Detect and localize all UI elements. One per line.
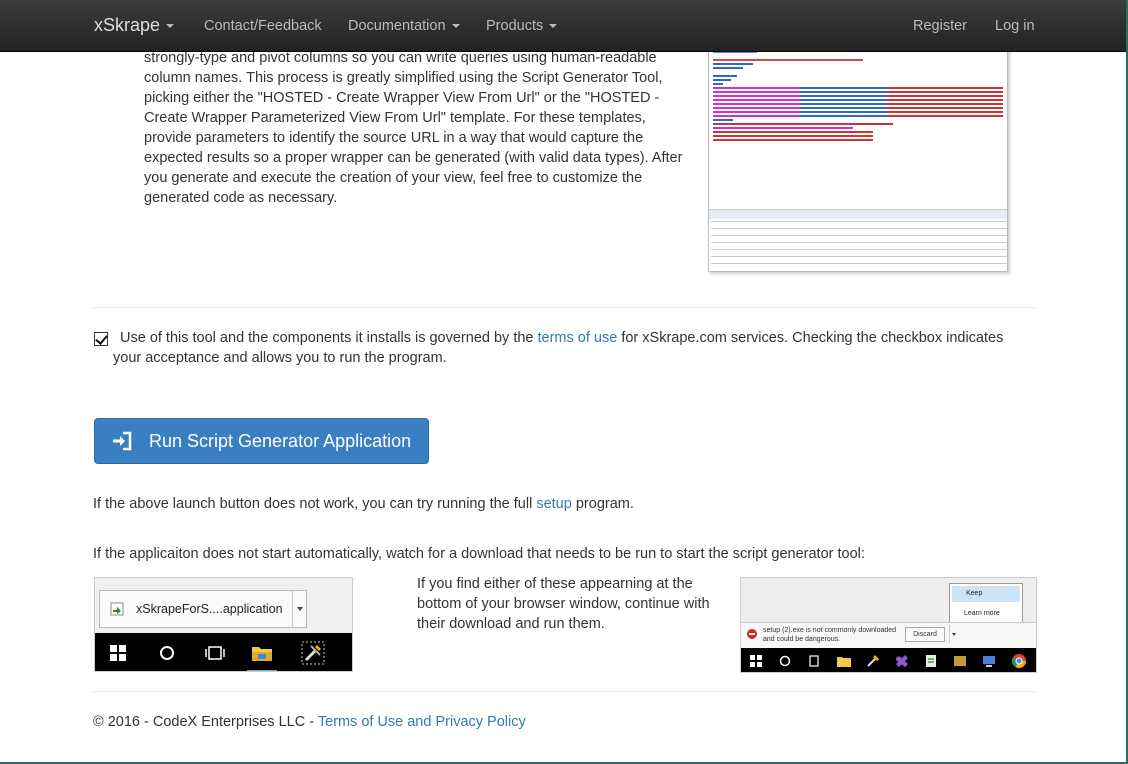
- chevron-down-icon: [166, 24, 175, 29]
- menu-item-learn-more[interactable]: Learn more: [950, 606, 1022, 622]
- sql-code-lines: [713, 51, 1005, 213]
- warning-icon: [747, 629, 757, 639]
- windows-start-icon: [110, 645, 126, 661]
- search-circle-icon: [779, 655, 791, 667]
- setup-text-before: If the above launch button does not work…: [93, 496, 537, 512]
- sql-editor-screenshot: [708, 40, 1008, 272]
- computer-icon: [983, 656, 995, 667]
- setup-paragraph: If the above launch button does not work…: [93, 494, 634, 514]
- task-view-icon: [205, 646, 225, 660]
- chevron-down-icon: [549, 24, 558, 29]
- nav-products[interactable]: Products: [486, 18, 558, 34]
- download-instructions: If you find either of these appearning a…: [417, 576, 710, 632]
- results-grid: [711, 221, 1007, 271]
- menu-item-keep[interactable]: Keep: [952, 586, 1020, 602]
- application-file-icon: [110, 602, 124, 616]
- terms-of-use-link[interactable]: terms of use: [538, 330, 618, 346]
- brand-dropdown[interactable]: xSkrape: [94, 15, 175, 36]
- chrome-icon: [1011, 654, 1026, 668]
- setup-link[interactable]: setup: [536, 496, 571, 512]
- download-warning-bar: setup (2).exe is not commonly downloaded…: [741, 622, 1036, 648]
- visual-studio-icon: [896, 655, 908, 667]
- sign-in-icon: [113, 431, 132, 451]
- warning-message: setup (2).exe is not commonly downloaded…: [763, 627, 897, 643]
- brand-label: xSkrape: [94, 15, 161, 35]
- download-context-menu: Keep Learn more: [949, 583, 1023, 625]
- terms-privacy-link[interactable]: Terms of Use and Privacy Policy: [318, 714, 526, 730]
- chevron-down-icon: [451, 24, 460, 29]
- app-icon: [954, 656, 966, 666]
- run-script-generator-button[interactable]: Run Script Generator Application: [94, 418, 429, 464]
- download-bar-screenshot: xSkrapeForS....application: [94, 577, 353, 672]
- top-navbar: xSkrape Contact/Feedback Documentation P…: [0, 0, 1126, 52]
- nav-login[interactable]: Log in: [995, 18, 1035, 34]
- chevron-down-icon[interactable]: [949, 625, 959, 643]
- nav-products-label: Products: [486, 18, 544, 34]
- chrome-download-warning-screenshot: Keep Learn more setup (2).exe is not com…: [740, 577, 1037, 673]
- discard-button[interactable]: Discard: [905, 627, 945, 642]
- terms-text-before: Use of this tool and the components it i…: [120, 330, 538, 346]
- terms-text: Use of this tool and the components it i…: [93, 328, 1023, 368]
- nav-register[interactable]: Register: [913, 18, 967, 34]
- footer: © 2016 - CodeX Enterprises LLC - Terms o…: [93, 712, 526, 732]
- divider: [93, 307, 1035, 308]
- nav-documentation[interactable]: Documentation: [348, 18, 460, 34]
- file-explorer-icon: [252, 647, 272, 661]
- terms-row: Use of this tool and the components it i…: [93, 328, 1023, 368]
- chevron-down-icon: [292, 591, 306, 627]
- nav-contact-feedback[interactable]: Contact/Feedback: [204, 18, 322, 34]
- windows-start-icon: [750, 655, 762, 667]
- search-circle-icon: [160, 646, 174, 660]
- notepad-icon: [926, 655, 936, 667]
- tools-icon: [867, 655, 879, 667]
- auto-start-paragraph: If the applicaiton does not start automa…: [93, 546, 865, 562]
- copyright-text: © 2016 - CodeX Enterprises LLC -: [93, 714, 318, 730]
- windows-taskbar: [741, 648, 1036, 672]
- nav-documentation-label: Documentation: [348, 18, 446, 34]
- results-tabs-bar: [709, 209, 1007, 219]
- divider: [93, 691, 1035, 692]
- task-view-icon: [809, 655, 819, 667]
- run-button-label: Run Script Generator Application: [149, 430, 412, 451]
- windows-taskbar: [95, 633, 352, 671]
- intro-paragraph: strongly-type and pivot columns so you c…: [144, 50, 683, 206]
- download-item: xSkrapeForS....application: [99, 590, 307, 628]
- file-explorer-icon: [837, 657, 851, 667]
- tools-icon: [301, 641, 325, 665]
- download-filename: xSkrapeForS....application: [136, 602, 283, 616]
- setup-text-after: program.: [571, 496, 634, 512]
- terms-checkbox[interactable]: [94, 332, 108, 346]
